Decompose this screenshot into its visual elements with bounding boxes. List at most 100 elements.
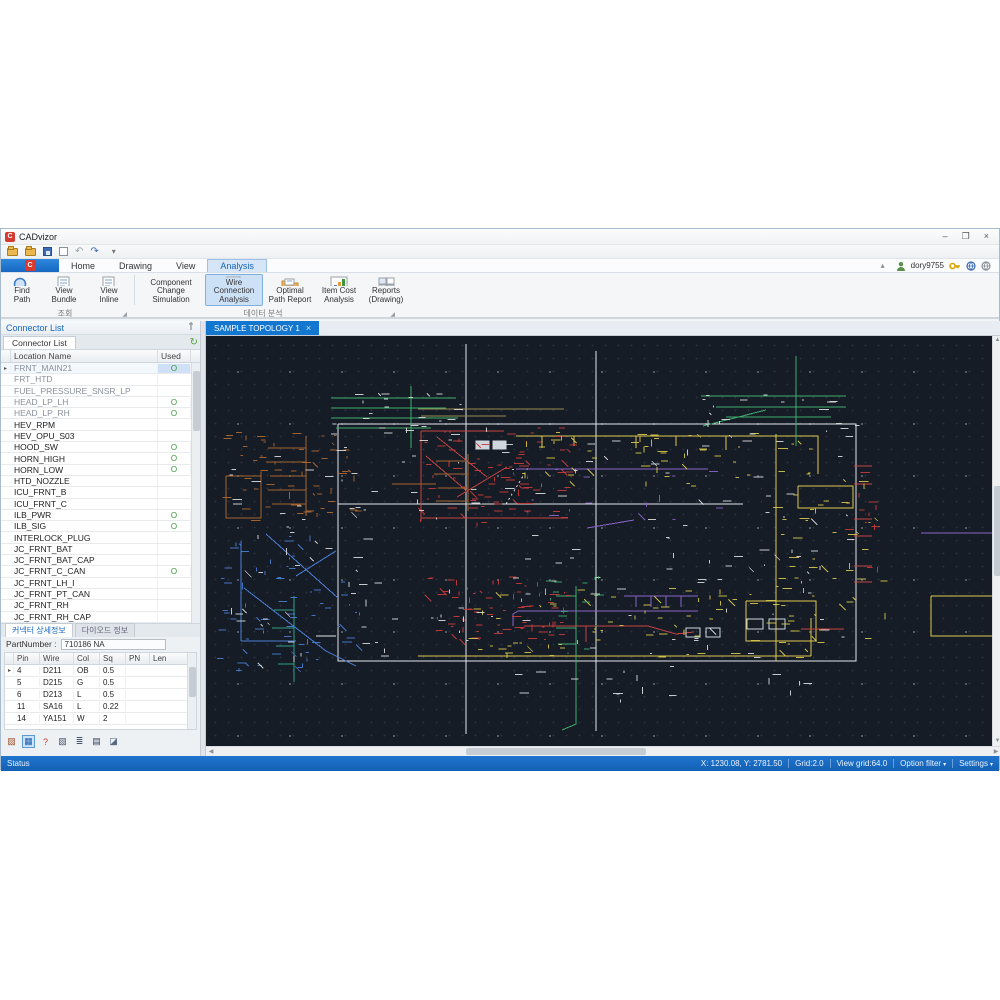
tab-analysis[interactable]: Analysis [207, 259, 267, 272]
layers-icon[interactable]: ≣ [73, 735, 86, 748]
pin-row[interactable]: 14 YA151 W 2 [5, 713, 187, 725]
tab-drawing[interactable]: Drawing [107, 259, 164, 272]
wire-connection-analysis-button[interactable]: Wire Connection Analysis [205, 274, 263, 306]
undo-icon[interactable]: ↶ [75, 246, 83, 257]
app-window: C CADvizor – ❐ × ↶ ↷ ▾ C Home Drawing Vi… [0, 228, 1000, 771]
connector-panel-header: Connector List [1, 321, 200, 335]
chevron-down-icon: ▾ [943, 762, 947, 768]
pin-table-scrollbar[interactable] [187, 653, 196, 729]
monitor-icon[interactable]: ▤ [90, 735, 103, 748]
pin-row[interactable]: 6 D213 L 0.5 [5, 689, 187, 701]
connector-row[interactable]: HEAD_LP_LH O [1, 397, 191, 409]
connector-row[interactable]: JC_FRNT_C_CAN O [1, 566, 191, 578]
pin-icon[interactable] [187, 322, 195, 333]
network-icon[interactable] [966, 260, 976, 271]
part-number-field[interactable] [60, 638, 166, 650]
component-change-simulation-button[interactable]: Component Change Simulation [139, 274, 203, 306]
view-bundle-button[interactable]: View Bundle [42, 274, 86, 306]
key-icon[interactable] [949, 261, 961, 271]
connector-list-tab[interactable]: Connector List [3, 336, 76, 349]
column-location-name[interactable]: Location Name [11, 350, 158, 362]
connector-row[interactable]: JC_FRNT_RH_CAP [1, 611, 191, 623]
restore-button[interactable]: ❐ [962, 231, 970, 242]
connector-row[interactable]: JC_FRNT_RH [1, 600, 191, 612]
connector-row[interactable]: HTD_NOZZLE [1, 476, 191, 488]
connector-row[interactable]: HORN_LOW O [1, 464, 191, 476]
connector-row[interactable]: ICU_FRNT_C [1, 498, 191, 510]
connector-row[interactable]: FUEL_PRESSURE_SNSR_LP [1, 385, 191, 397]
dialog-launcher-icon[interactable]: ◢ [390, 311, 395, 318]
open-folder-icon[interactable] [7, 245, 18, 256]
pin-table-header: Pin Wire Col Sq PN Len [5, 653, 196, 665]
close-button[interactable]: × [984, 231, 989, 242]
group-label-lookup: 조회 ◢ [57, 308, 127, 319]
connector-row[interactable]: ILB_SIG O [1, 521, 191, 533]
app-menu-button[interactable]: C [1, 259, 59, 272]
globe-icon[interactable] [981, 260, 991, 271]
qat-dropdown-icon[interactable]: ▾ [112, 247, 116, 256]
pin-row[interactable]: ▸ 4 D211 OB 0.5 [5, 665, 187, 677]
help-icon[interactable]: ? [39, 735, 52, 748]
connector-row[interactable]: INTERLOCK_PLUG [1, 532, 191, 544]
connector-row[interactable]: ILB_PWR O [1, 510, 191, 522]
column-used[interactable]: Used [158, 350, 191, 362]
ribbon-group-data-analysis: Component Change Simulation Wire Connect… [136, 273, 412, 307]
connector-list-scrollbar[interactable] [191, 363, 200, 623]
connector-panel-tabs: Connector List ↻ [1, 335, 200, 350]
component-library-icon[interactable]: ▨ [5, 735, 18, 748]
tab-close-icon[interactable]: × [306, 323, 311, 333]
redo-icon[interactable]: ↷ [90, 246, 98, 257]
tab-connector-detail[interactable]: 커넥터 상세정보 [5, 623, 73, 637]
minimize-button[interactable]: – [943, 231, 948, 242]
scroll-down-icon[interactable]: ▼ [993, 737, 1000, 746]
connector-row[interactable]: ▸ FRNT_MAIN21 O [1, 363, 191, 375]
tab-view[interactable]: View [164, 259, 207, 272]
save-all-icon[interactable] [59, 245, 72, 256]
menu-tab-row: C Home Drawing View Analysis ▴ dory9755 [1, 259, 999, 273]
connector-row[interactable]: JC_FRNT_BAT [1, 543, 191, 556]
connector-row[interactable]: ICU_FRNT_B [1, 487, 191, 499]
refresh-icon[interactable]: ↻ [190, 338, 198, 348]
tab-home[interactable]: Home [59, 259, 107, 272]
connector-row[interactable]: HEAD_LP_RH O [1, 408, 191, 420]
connector-row[interactable]: JC_FRNT_BAT_CAP [1, 555, 191, 567]
pin-row[interactable]: 5 D215 G 0.5 [5, 677, 187, 689]
pin-row[interactable]: 11 SA16 L 0.22 [5, 701, 187, 713]
tab-diode-info[interactable]: 다이오드 정보 [74, 623, 136, 637]
connector-row[interactable]: HEV_OPU_S03 [1, 430, 191, 443]
connector-row[interactable]: JC_FRNT_PT_CAN [1, 589, 191, 601]
search-sheet-icon[interactable]: ▧ [56, 735, 69, 748]
grid-value: Grid:2.0 [795, 759, 824, 768]
connector-row[interactable]: HOOD_SW O [1, 442, 191, 454]
connector-row[interactable]: HEV_RPM [1, 419, 191, 431]
chart-sheet-icon[interactable]: ◪ [107, 735, 120, 748]
settings-dropdown[interactable]: Settings ▾ [959, 759, 993, 768]
used-marker: O [158, 397, 191, 407]
part-number-row: PartNumber : [1, 637, 200, 651]
canvas-horizontal-scrollbar[interactable]: ◀ ▶ [206, 746, 1000, 756]
connector-row[interactable]: JC_FRNT_LH_I [1, 577, 191, 589]
save-icon[interactable] [43, 247, 52, 256]
ribbon-collapse-icon[interactable]: ▴ [881, 261, 885, 270]
group-label-data-analysis: 데이터 분석 ◢ [243, 308, 395, 319]
view-inline-button[interactable]: View Inline [88, 274, 130, 306]
dialog-launcher-icon[interactable]: ◢ [122, 311, 127, 318]
connector-row[interactable]: HORN_HIGH O [1, 453, 191, 465]
pin-rows: ▸ 4 D211 OB 0.5 5 D215 G 0.5 6 D213 L 0.5 11 SA16 L 0.22… [5, 665, 187, 725]
reports-drawing-button[interactable]: Reports (Drawing) [363, 274, 409, 306]
item-cost-analysis-button[interactable]: Item Cost Analysis [317, 274, 361, 306]
scroll-up-icon[interactable]: ▲ [993, 336, 1000, 345]
user-name: dory9755 [910, 261, 944, 270]
connector-row[interactable]: FRT_HTD [1, 374, 191, 386]
option-filter-dropdown[interactable]: Option filter ▾ [900, 759, 946, 768]
import-folder-icon[interactable] [25, 245, 36, 256]
find-path-button[interactable]: Find Path [4, 274, 40, 306]
connector-list-header: Location Name Used [1, 350, 200, 363]
connector-list: ▸ FRNT_MAIN21 O FRT_HTD FUEL_PRESSURE_SNSR_L… [1, 363, 200, 623]
topology-canvas[interactable] [206, 336, 992, 746]
canvas-vertical-scrollbar[interactable]: ▲ ▼ [992, 336, 1000, 746]
view-inline-icon [102, 276, 115, 286]
grid-view-icon[interactable]: ▦ [22, 735, 35, 748]
document-tab[interactable]: SAMPLE TOPOLOGY 1 × [206, 321, 320, 335]
optimal-path-report-button[interactable]: Optimal Path Report [265, 274, 315, 306]
